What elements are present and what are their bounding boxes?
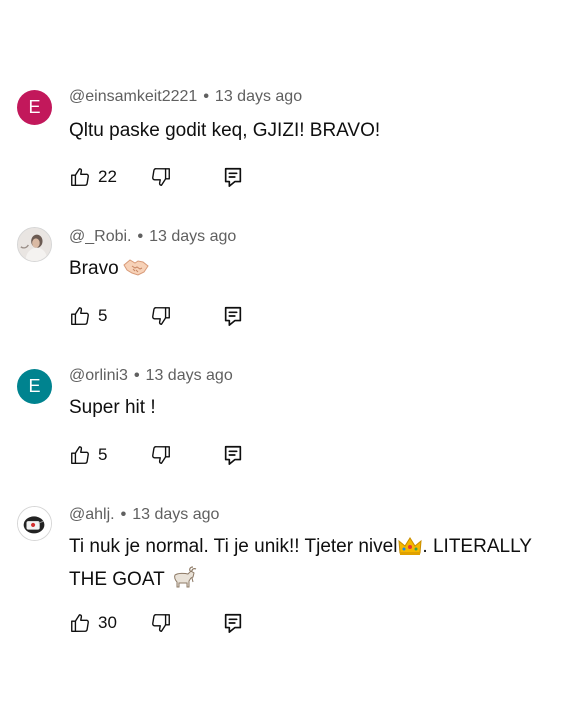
user-photo-icon	[18, 507, 51, 540]
reply-comment-icon	[224, 445, 242, 465]
comment-author[interactable]: @_Robi.	[69, 228, 132, 245]
thumbs-down-icon	[152, 168, 170, 186]
comment-text: Bravo	[69, 254, 569, 286]
comment-meta: @orlini3 • 13 days ago	[69, 366, 569, 386]
comment-actions: 5	[69, 303, 289, 329]
reply-comment-icon	[224, 613, 242, 633]
comment-author[interactable]: @einsamkeit2221	[69, 88, 197, 105]
avatar-letter: E	[28, 97, 41, 117]
thumbs-up-icon	[71, 168, 89, 186]
meta-separator: •	[203, 88, 209, 105]
comment-meta: @einsamkeit2221 • 13 days ago	[69, 87, 569, 107]
comment-text: Qltu paske godit keq, GJIZI! BRAVO!	[69, 120, 381, 141]
comment-time[interactable]: 13 days ago	[132, 506, 219, 523]
avatar-letter: E	[28, 376, 41, 396]
reply-button[interactable]	[222, 166, 244, 188]
dislike-button[interactable]	[150, 166, 172, 188]
comment-author[interactable]: @orlini3	[69, 367, 128, 384]
like-button[interactable]	[69, 166, 91, 188]
meta-separator: •	[137, 228, 144, 245]
comment-body: @orlini3 • 13 days ago Super hit ! 5	[69, 366, 569, 465]
thumbs-up-icon	[71, 307, 89, 325]
comment-time[interactable]: 13 days ago	[149, 228, 236, 245]
like-button[interactable]	[69, 305, 91, 327]
comment-list: E @einsamkeit2221 • 13 days ago Qltu paske…	[0, 0, 576, 720]
handshake-emoji	[122, 257, 149, 286]
thumbs-down-icon	[152, 307, 170, 325]
comment-meta: @ahlj. • 13 days ago	[69, 505, 569, 525]
dislike-button[interactable]	[150, 612, 172, 634]
thumbs-up-icon	[71, 614, 89, 632]
comment-actions: 5	[69, 442, 289, 468]
like-button[interactable]	[69, 612, 91, 634]
reply-button[interactable]	[222, 444, 244, 466]
avatar[interactable]: E	[17, 369, 52, 404]
like-count: 5	[98, 445, 108, 464]
avatar[interactable]: E	[17, 90, 52, 125]
goat-emoji	[171, 566, 197, 597]
reply-button[interactable]	[222, 305, 244, 327]
comment-body: @_Robi. • 13 days ago Bravo 5	[69, 227, 569, 326]
reply-comment-icon	[224, 306, 242, 326]
meta-separator: •	[133, 367, 140, 384]
thumbs-up-icon	[71, 446, 89, 464]
comment-actions: 22	[69, 164, 289, 190]
thumbs-down-icon	[152, 614, 170, 632]
crown-emoji	[398, 536, 423, 565]
comment-text: Super hit !	[69, 397, 156, 418]
like-count: 22	[98, 167, 117, 186]
like-button[interactable]	[69, 444, 91, 466]
meta-separator: •	[120, 506, 127, 523]
comment-body: @ahlj. • 13 days ago Ti nuk je normal. Ti …	[69, 505, 569, 633]
thumbs-down-icon	[152, 446, 170, 464]
like-count: 5	[98, 306, 108, 325]
like-count: 30	[98, 613, 117, 632]
comment-text: Ti nuk je normal. Ti je unik!! Tjeter ni…	[69, 532, 569, 597]
reply-comment-icon	[224, 167, 242, 187]
comment-time[interactable]: 13 days ago	[146, 367, 233, 384]
reply-button[interactable]	[222, 612, 244, 634]
comment-body: @einsamkeit2221 • 13 days ago Qltu paske g…	[69, 87, 569, 187]
avatar[interactable]	[17, 227, 52, 262]
comment-actions: 30	[69, 610, 289, 636]
dislike-button[interactable]	[150, 444, 172, 466]
comment-author[interactable]: @ahlj.	[69, 506, 115, 523]
avatar[interactable]	[17, 506, 52, 541]
dislike-button[interactable]	[150, 305, 172, 327]
user-photo-icon	[18, 228, 51, 261]
comment-time[interactable]: 13 days ago	[215, 88, 302, 105]
comment-meta: @_Robi. • 13 days ago	[69, 227, 569, 247]
